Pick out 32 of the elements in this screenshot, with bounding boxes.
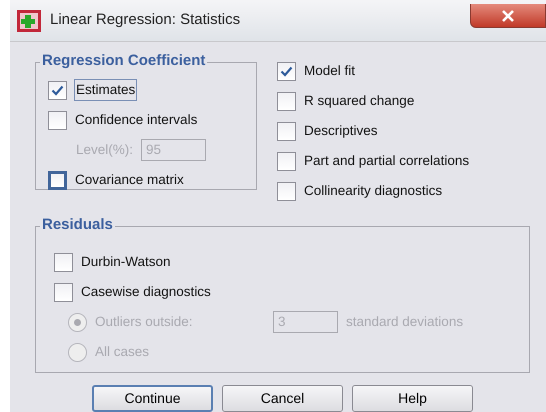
dialog-button[interactable]: Cancel (222, 385, 343, 412)
checkbox-label[interactable]: Covariance matrix (75, 170, 184, 190)
checkbox-label[interactable]: R squared change (304, 90, 414, 112)
checkbox-label[interactable]: Descriptives (304, 120, 378, 142)
checkbox[interactable] (277, 182, 296, 200)
checkbox[interactable] (54, 282, 73, 302)
checkbox[interactable] (277, 152, 296, 170)
checkbox-label[interactable]: Estimates (75, 80, 136, 100)
checkbox[interactable] (277, 122, 296, 140)
checkbox-label[interactable]: Part and partial correlations (304, 150, 470, 172)
close-button[interactable] (470, 4, 546, 28)
checkbox-label[interactable]: Model fit (304, 60, 356, 82)
checkbox[interactable] (48, 170, 67, 190)
app-icon (16, 8, 42, 32)
checkbox[interactable] (48, 110, 67, 130)
window-title: Linear Regression: Statistics (50, 10, 240, 30)
dialog-button[interactable]: Help (352, 385, 473, 412)
close-icon (501, 10, 515, 22)
group-title: Regression Coefficient (40, 52, 208, 70)
unit-label: standard deviations (346, 312, 464, 331)
checkbox-label[interactable]: Collinearity diagnostics (304, 180, 442, 202)
checkbox-label[interactable]: Durbin-Watson (81, 252, 171, 272)
check-icon (51, 84, 64, 96)
dialog-button[interactable]: Continue (92, 385, 213, 412)
check-icon (280, 66, 293, 76)
checkbox[interactable] (277, 62, 296, 80)
checkbox-label[interactable]: Confidence intervals (75, 110, 198, 130)
field-label: Level(%): (76, 140, 134, 159)
checkbox[interactable] (54, 252, 73, 272)
checkbox-label[interactable]: Casewise diagnostics (81, 282, 211, 302)
checkbox[interactable] (48, 80, 67, 100)
checkbox[interactable] (277, 92, 296, 110)
